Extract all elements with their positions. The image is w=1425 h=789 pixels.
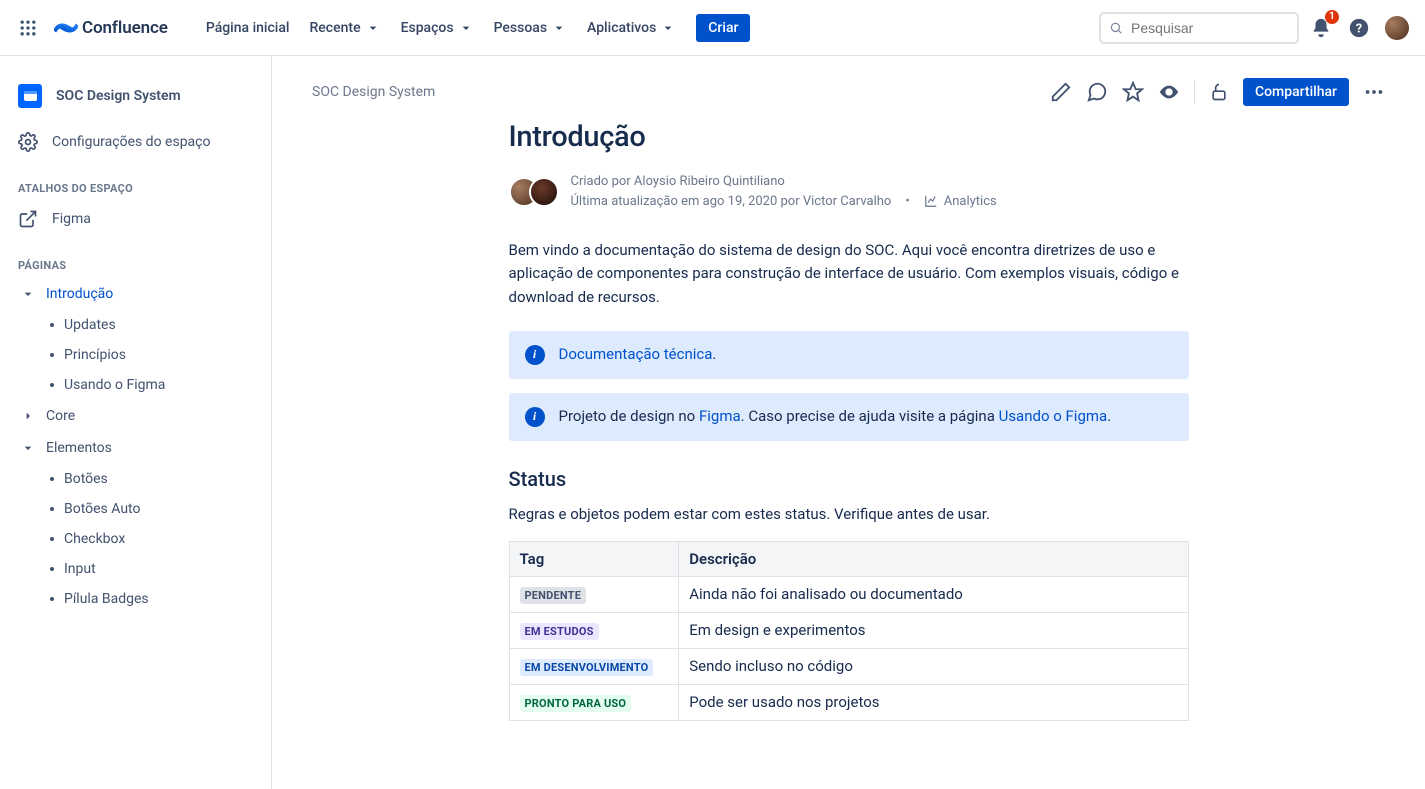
info-panel-2: i Projeto de design no Figma. Caso preci… [509, 393, 1189, 441]
created-by-line: Criado por Aloysio Ribeiro Quintiliano [571, 172, 997, 192]
status-lozenge: PENDENTE [520, 587, 587, 604]
sidebar-shortcut-figma[interactable]: Figma [0, 201, 271, 237]
th-desc: Descrição [679, 541, 1188, 576]
status-lozenge: EM ESTUDOS [520, 623, 599, 640]
tree-item-label: Introdução [46, 286, 263, 302]
tree-item-usando-figma[interactable]: Usando o Figma [0, 370, 271, 400]
analytics-link[interactable]: Analytics [924, 192, 997, 212]
tree-item-checkbox[interactable]: Checkbox [0, 524, 271, 554]
search-icon [1109, 20, 1123, 36]
section-heading-pages: Páginas [0, 237, 271, 278]
status-table: Tag Descrição PENDENTE Ainda não foi ana… [509, 541, 1189, 721]
tree-item-introducao[interactable]: Introdução [0, 278, 271, 310]
avatar-icon [1385, 16, 1409, 40]
search-box[interactable] [1099, 12, 1299, 44]
help-icon: ? [1348, 17, 1370, 39]
th-tag: Tag [509, 541, 679, 576]
space-header[interactable]: SOC Design System [0, 76, 271, 124]
nav-people[interactable]: Pessoas [486, 14, 575, 42]
author-avatars[interactable] [509, 177, 559, 207]
create-button[interactable]: Criar [696, 14, 750, 42]
edit-icon[interactable] [1050, 81, 1072, 103]
divider [1194, 80, 1195, 104]
breadcrumb[interactable]: SOC Design System [312, 84, 435, 100]
author-link[interactable]: Aloysio Ribeiro Quintiliano [634, 174, 785, 189]
gear-icon [18, 132, 38, 152]
info-link[interactable]: Documentação técnica [559, 345, 713, 363]
status-description: Sendo incluso no código [679, 648, 1188, 684]
table-row: EM ESTUDOS Em design e experimentos [509, 612, 1188, 648]
info-link-usando-figma[interactable]: Usando o Figma [999, 407, 1108, 425]
space-title: SOC Design System [56, 88, 181, 104]
tree-item-input[interactable]: Input [0, 554, 271, 584]
share-button[interactable]: Compartilhar [1243, 78, 1349, 106]
table-row: EM DESENVOLVIMENTO Sendo incluso no códig… [509, 648, 1188, 684]
sidebar-item-label: Configurações do espaço [52, 134, 210, 150]
tree-item-principios[interactable]: Princípios [0, 340, 271, 370]
chevron-down-icon[interactable] [18, 438, 38, 458]
section-heading-shortcuts: Atalhos do espaço [0, 160, 271, 201]
search-input[interactable] [1131, 20, 1289, 36]
star-icon[interactable] [1122, 81, 1144, 103]
sidebar: SOC Design System Configurações do espaç… [0, 56, 272, 789]
table-row: PRONTO PARA USO Pode ser usado nos projet… [509, 684, 1188, 720]
tree-item-label: Core [46, 408, 263, 424]
nav-home[interactable]: Página inicial [198, 14, 298, 42]
status-subtext: Regras e objetos podem estar com estes s… [509, 505, 1189, 523]
status-description: Ainda não foi analisado ou documentado [679, 576, 1188, 612]
tree-item-elementos[interactable]: Elementos [0, 432, 271, 464]
primary-nav-items: Página inicial Recente Espaços Pessoas A… [198, 14, 751, 42]
tree-item-botoes-auto[interactable]: Botões Auto [0, 494, 271, 524]
top-navigation: Confluence Página inicial Recente Espaço… [0, 0, 1425, 56]
analytics-icon [924, 194, 938, 208]
main-content-area: SOC Design System Compartilhar Introduçã… [272, 56, 1425, 789]
info-panel-1: i Documentação técnica. [509, 331, 1189, 379]
editor-link[interactable]: Victor Carvalho [803, 194, 891, 209]
status-lozenge: PRONTO PARA USO [520, 695, 632, 712]
nav-spaces[interactable]: Espaços [393, 14, 482, 42]
restrictions-icon[interactable] [1209, 82, 1229, 102]
notifications-button[interactable]: 1 [1305, 12, 1337, 44]
profile-button[interactable] [1381, 12, 1413, 44]
nav-recent[interactable]: Recente [302, 14, 389, 42]
tree-item-core[interactable]: Core [0, 400, 271, 432]
space-icon [18, 84, 42, 108]
svg-text:?: ? [1356, 21, 1362, 36]
status-description: Em design e experimentos [679, 612, 1188, 648]
logo-text: Confluence [82, 18, 168, 38]
updated-line: Última atualização em ago 19, 2020 por V… [571, 192, 997, 212]
status-description: Pode ser usado nos projetos [679, 684, 1188, 720]
tree-item-botoes[interactable]: Botões [0, 464, 271, 494]
info-icon: i [525, 345, 545, 365]
comment-icon[interactable] [1086, 81, 1108, 103]
chevron-down-icon[interactable] [18, 284, 38, 304]
intro-paragraph: Bem vindo a documentação do sistema de d… [509, 239, 1189, 309]
nav-apps[interactable]: Aplicativos [579, 14, 684, 42]
watch-icon[interactable] [1158, 81, 1180, 103]
info-link-figma[interactable]: Figma [699, 407, 741, 425]
status-lozenge: EM DESENVOLVIMENTO [520, 659, 654, 676]
tree-item-label: Elementos [46, 440, 263, 456]
byline: Criado por Aloysio Ribeiro Quintiliano Ú… [509, 172, 1189, 211]
confluence-logo[interactable]: Confluence [50, 16, 172, 40]
sidebar-space-settings[interactable]: Configurações do espaço [0, 124, 271, 160]
sidebar-item-label: Figma [52, 211, 91, 227]
app-switcher-icon[interactable] [12, 12, 44, 44]
table-row: PENDENTE Ainda não foi analisado ou docu… [509, 576, 1188, 612]
page-actions: Compartilhar [1050, 78, 1385, 106]
tree-item-pilula-badges[interactable]: Pílula Badges [0, 584, 271, 614]
info-icon: i [525, 407, 545, 427]
updated-date-link[interactable]: em ago 19, 2020 [681, 194, 777, 209]
help-button[interactable]: ? [1343, 12, 1375, 44]
avatar-icon [529, 177, 559, 207]
chevron-right-icon[interactable] [18, 406, 38, 426]
external-link-icon [18, 209, 38, 229]
section-heading-status: Status [509, 467, 1189, 491]
page-title: Introdução [509, 120, 1189, 154]
more-actions-icon[interactable] [1363, 81, 1385, 103]
tree-item-updates[interactable]: Updates [0, 310, 271, 340]
notification-badge: 1 [1325, 10, 1339, 24]
